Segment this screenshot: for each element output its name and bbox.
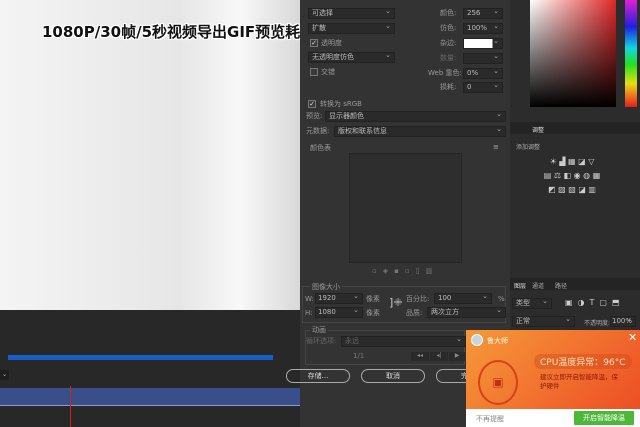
interlaced-label: 交错: [321, 68, 335, 76]
tab-adjustments[interactable]: 调整: [532, 125, 544, 134]
link-icon[interactable]: ]ꔰ: [389, 296, 403, 310]
dither-amount-input[interactable]: 100%: [463, 22, 503, 34]
metadata-select[interactable]: 版权和联系信息: [334, 125, 506, 137]
tab-paths[interactable]: 路径: [555, 281, 567, 290]
adjustment-icons[interactable]: ☀ ▟ ▦ ◪ ▽ ▤ ⚖ ◧ ◉ ◍ ▦ ◩ ▨ ▧ ◪ ▥: [532, 155, 612, 197]
percent-unit: %: [498, 295, 505, 303]
transparency-label: 透明度: [321, 39, 342, 47]
enable-cooling-button[interactable]: 开启智能降温: [574, 411, 634, 425]
play-button[interactable]: ▶: [449, 352, 465, 361]
colors-select[interactable]: 256: [463, 7, 503, 19]
transparency-checkbox[interactable]: ✓: [310, 39, 318, 47]
hue-slider[interactable]: [625, 0, 637, 107]
web-snap-input[interactable]: 0%: [463, 67, 503, 79]
transparency-dither-select[interactable]: 无透明度仿色: [308, 51, 395, 63]
width-unit: 像素: [366, 295, 380, 303]
dither-label: 仿色:: [440, 24, 457, 32]
percent-label: 百分比:: [406, 295, 430, 303]
interlaced-checkbox[interactable]: [310, 68, 318, 76]
layer-filter-icons[interactable]: ▣◑T▢⬒: [565, 298, 625, 307]
width-input[interactable]: 1920: [315, 292, 363, 304]
flame-cpu-icon: ▣: [478, 360, 518, 405]
app-name: 鲁大师: [487, 337, 508, 345]
dropdown-arrow-icon[interactable]: ⌄: [0, 370, 9, 380]
frame-counter: 1/1: [353, 352, 365, 360]
height-input[interactable]: 1080: [315, 306, 363, 318]
quality-label: 品质:: [406, 309, 423, 317]
quality-select[interactable]: 两次立方: [427, 306, 506, 318]
metadata-label: 元数据:: [306, 127, 330, 135]
tab-channels[interactable]: 通道: [532, 281, 544, 290]
lossy-input[interactable]: 0: [463, 81, 503, 93]
dither-algorithm-select[interactable]: 扩散: [308, 22, 395, 34]
height-unit: 像素: [366, 309, 380, 317]
preview-label: 预览:: [306, 112, 323, 120]
image-canvas: [0, 0, 300, 310]
color-table-label: 颜色表: [310, 144, 331, 152]
layers-tabbar: [510, 278, 640, 290]
opacity-label: 不透明度:: [584, 320, 611, 327]
percent-input[interactable]: 100: [434, 292, 492, 304]
dont-remind-link[interactable]: 不再提醒: [476, 414, 504, 424]
close-icon[interactable]: ✕: [628, 331, 637, 344]
tab-layers[interactable]: 图层: [514, 281, 526, 290]
adjustments-tabbar: [510, 122, 640, 134]
first-frame-button[interactable]: ◂◂: [411, 352, 429, 361]
convert-srgb-checkbox[interactable]: ✓: [308, 100, 316, 108]
color-reduction-select[interactable]: 可选择: [308, 7, 395, 19]
cancel-button[interactable]: 取消: [361, 369, 425, 383]
matte-select[interactable]: [463, 37, 503, 49]
matte-label: 杂边:: [440, 39, 457, 47]
progress-bar: [8, 355, 273, 360]
loop-label: 循环选项:: [306, 337, 337, 345]
colors-label: 颜色:: [440, 9, 457, 17]
blend-mode-select[interactable]: 正常: [512, 315, 575, 327]
preview-select[interactable]: 显示器颜色: [325, 110, 506, 122]
app-avatar: [471, 334, 483, 346]
popup-title: CPU温度异常：96°C: [534, 354, 632, 369]
add-adjustment-label: 添加调整: [516, 144, 541, 151]
video-caption: 1080P/30帧/5秒视频导出GIF预览耗时: [42, 23, 316, 41]
color-table-menu-icon[interactable]: ≡: [493, 143, 499, 151]
amount-select[interactable]: [463, 52, 503, 64]
convert-srgb-label: 转换为 sRGB: [320, 100, 362, 108]
opacity-input[interactable]: 100%: [610, 315, 636, 327]
color-table-tools-icon[interactable]: ▫◈▪▫▯▥: [372, 267, 438, 275]
popup-message: 建议立即开启智能降温，保护硬件: [540, 373, 618, 390]
animation-label: 动画: [310, 325, 328, 335]
layer-kind-filter[interactable]: 类型: [512, 297, 552, 309]
playhead[interactable]: [70, 386, 71, 427]
save-button[interactable]: 存储...: [286, 369, 350, 383]
image-size-label: 图像大小: [310, 282, 342, 292]
prev-frame-button[interactable]: ◂|: [430, 352, 448, 361]
cpu-temperature-popup: 鲁大师 ✕ ▣ CPU温度异常：96°C 建议立即开启智能降温，保护硬件 不再提…: [466, 330, 640, 427]
lossy-label: 损耗:: [440, 83, 457, 91]
web-snap-label: Web 靠色:: [428, 69, 462, 77]
width-label: W:: [305, 295, 314, 303]
color-table[interactable]: [349, 153, 462, 263]
height-label: H:: [305, 309, 313, 317]
right-panel: 调整 添加调整 ☀ ▟ ▦ ◪ ▽ ▤ ⚖ ◧ ◉ ◍ ▦ ◩ ▨ ▧ ◪ ▥ 图层…: [510, 0, 640, 360]
loop-select[interactable]: 永远: [341, 335, 466, 347]
amount-label: 数量:: [440, 54, 457, 62]
color-picker-field[interactable]: [530, 0, 616, 107]
